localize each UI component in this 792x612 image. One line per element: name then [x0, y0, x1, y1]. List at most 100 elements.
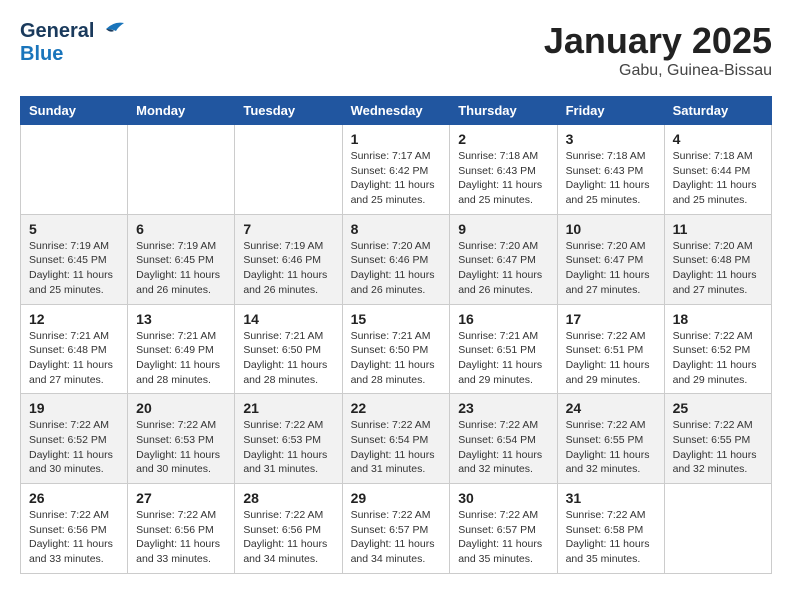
day-number: 21 — [243, 400, 333, 416]
weekday-header-monday: Monday — [128, 97, 235, 125]
calendar-cell: 8 Sunrise: 7:20 AM Sunset: 6:46 PM Daylig… — [342, 214, 450, 304]
day-info: Sunrise: 7:21 AM Sunset: 6:50 PM Dayligh… — [351, 329, 442, 388]
calendar-cell: 2 Sunrise: 7:18 AM Sunset: 6:43 PM Daylig… — [450, 125, 557, 215]
day-number: 8 — [351, 221, 442, 237]
title-area: January 2025 Gabu, Guinea-Bissau — [544, 20, 772, 80]
calendar-week-row: 26Sunrise: 7:22 AM Sunset: 6:56 PM Dayli… — [21, 484, 772, 574]
day-info: Sunrise: 7:20 AM Sunset: 6:47 PM Dayligh… — [458, 239, 548, 298]
weekday-header-row: SundayMondayTuesdayWednesdayThursdayFrid… — [21, 97, 772, 125]
day-info: Sunrise: 7:22 AM Sunset: 6:54 PM Dayligh… — [458, 418, 548, 477]
day-number: 20 — [136, 400, 226, 416]
calendar-cell: 17 Sunrise: 7:22 AM Sunset: 6:51 PM Dayli… — [557, 304, 664, 394]
day-number: 11 — [673, 221, 763, 237]
calendar-week-row: 12Sunrise: 7:21 AM Sunset: 6:48 PM Dayli… — [21, 304, 772, 394]
weekday-header-tuesday: Tuesday — [235, 97, 342, 125]
calendar-cell: 15Sunrise: 7:21 AM Sunset: 6:50 PM Dayli… — [342, 304, 450, 394]
day-number: 7 — [243, 221, 333, 237]
logo-general: General — [20, 20, 94, 43]
calendar-cell: 30Sunrise: 7:22 AM Sunset: 6:57 PM Dayli… — [450, 484, 557, 574]
day-number: 2 — [458, 131, 548, 147]
day-info: Sunrise: 7:20 AM Sunset: 6:46 PM Dayligh… — [351, 239, 442, 298]
calendar-cell: 25Sunrise: 7:22 AM Sunset: 6:55 PM Dayli… — [664, 394, 771, 484]
calendar-week-row: 19 Sunrise: 7:22 AM Sunset: 6:52 PM Dayli… — [21, 394, 772, 484]
day-number: 3 — [566, 131, 656, 147]
day-info: Sunrise: 7:18 AM Sunset: 6:44 PM Dayligh… — [673, 149, 763, 208]
day-info: Sunrise: 7:22 AM Sunset: 6:55 PM Dayligh… — [673, 418, 763, 477]
day-info: Sunrise: 7:22 AM Sunset: 6:55 PM Dayligh… — [566, 418, 656, 477]
day-info: Sunrise: 7:20 AM Sunset: 6:47 PM Dayligh… — [566, 239, 656, 298]
weekday-header-thursday: Thursday — [450, 97, 557, 125]
calendar-cell — [235, 125, 342, 215]
day-number: 27 — [136, 490, 226, 506]
day-info: Sunrise: 7:18 AM Sunset: 6:43 PM Dayligh… — [566, 149, 656, 208]
calendar-cell: 31Sunrise: 7:22 AM Sunset: 6:58 PM Dayli… — [557, 484, 664, 574]
day-info: Sunrise: 7:19 AM Sunset: 6:45 PM Dayligh… — [136, 239, 226, 298]
day-info: Sunrise: 7:20 AM Sunset: 6:48 PM Dayligh… — [673, 239, 763, 298]
day-info: Sunrise: 7:22 AM Sunset: 6:53 PM Dayligh… — [136, 418, 226, 477]
calendar-cell: 28 Sunrise: 7:22 AM Sunset: 6:56 PM Dayli… — [235, 484, 342, 574]
day-info: Sunrise: 7:22 AM Sunset: 6:56 PM Dayligh… — [29, 508, 119, 567]
calendar-cell — [664, 484, 771, 574]
day-info: Sunrise: 7:21 AM Sunset: 6:51 PM Dayligh… — [458, 329, 548, 388]
day-number: 18 — [673, 311, 763, 327]
day-number: 19 — [29, 400, 119, 416]
day-info: Sunrise: 7:22 AM Sunset: 6:56 PM Dayligh… — [243, 508, 333, 567]
day-info: Sunrise: 7:21 AM Sunset: 6:48 PM Dayligh… — [29, 329, 119, 388]
calendar-cell: 5 Sunrise: 7:19 AM Sunset: 6:45 PM Daylig… — [21, 214, 128, 304]
day-number: 10 — [566, 221, 656, 237]
day-number: 22 — [351, 400, 442, 416]
day-info: Sunrise: 7:22 AM Sunset: 6:51 PM Dayligh… — [566, 329, 656, 388]
logo: General Blue — [20, 20, 126, 66]
day-info: Sunrise: 7:22 AM Sunset: 6:54 PM Dayligh… — [351, 418, 442, 477]
calendar-cell: 18 Sunrise: 7:22 AM Sunset: 6:52 PM Dayli… — [664, 304, 771, 394]
day-info: Sunrise: 7:21 AM Sunset: 6:50 PM Dayligh… — [243, 329, 333, 388]
calendar-table: SundayMondayTuesdayWednesdayThursdayFrid… — [20, 96, 772, 574]
calendar-cell: 26Sunrise: 7:22 AM Sunset: 6:56 PM Dayli… — [21, 484, 128, 574]
calendar-cell — [128, 125, 235, 215]
day-number: 17 — [566, 311, 656, 327]
calendar-cell: 6Sunrise: 7:19 AM Sunset: 6:45 PM Daylig… — [128, 214, 235, 304]
calendar-week-row: 1 Sunrise: 7:17 AM Sunset: 6:42 PM Daylig… — [21, 125, 772, 215]
calendar-cell: 14Sunrise: 7:21 AM Sunset: 6:50 PM Dayli… — [235, 304, 342, 394]
calendar-cell: 16 Sunrise: 7:21 AM Sunset: 6:51 PM Dayli… — [450, 304, 557, 394]
calendar-cell: 19 Sunrise: 7:22 AM Sunset: 6:52 PM Dayli… — [21, 394, 128, 484]
day-info: Sunrise: 7:19 AM Sunset: 6:46 PM Dayligh… — [243, 239, 333, 298]
weekday-header-saturday: Saturday — [664, 97, 771, 125]
day-info: Sunrise: 7:22 AM Sunset: 6:58 PM Dayligh… — [566, 508, 656, 567]
calendar-cell: 27 Sunrise: 7:22 AM Sunset: 6:56 PM Dayli… — [128, 484, 235, 574]
day-info: Sunrise: 7:18 AM Sunset: 6:43 PM Dayligh… — [458, 149, 548, 208]
calendar-cell — [21, 125, 128, 215]
day-number: 9 — [458, 221, 548, 237]
calendar-cell: 1 Sunrise: 7:17 AM Sunset: 6:42 PM Daylig… — [342, 125, 450, 215]
day-info: Sunrise: 7:19 AM Sunset: 6:45 PM Dayligh… — [29, 239, 119, 298]
day-info: Sunrise: 7:17 AM Sunset: 6:42 PM Dayligh… — [351, 149, 442, 208]
day-info: Sunrise: 7:22 AM Sunset: 6:52 PM Dayligh… — [29, 418, 119, 477]
calendar-cell: 11 Sunrise: 7:20 AM Sunset: 6:48 PM Dayli… — [664, 214, 771, 304]
calendar-cell: 13Sunrise: 7:21 AM Sunset: 6:49 PM Dayli… — [128, 304, 235, 394]
day-number: 28 — [243, 490, 333, 506]
day-info: Sunrise: 7:22 AM Sunset: 6:53 PM Dayligh… — [243, 418, 333, 477]
calendar-cell: 4 Sunrise: 7:18 AM Sunset: 6:44 PM Daylig… — [664, 125, 771, 215]
calendar-cell: 12Sunrise: 7:21 AM Sunset: 6:48 PM Dayli… — [21, 304, 128, 394]
calendar-subtitle: Gabu, Guinea-Bissau — [544, 62, 772, 80]
weekday-header-friday: Friday — [557, 97, 664, 125]
calendar-cell: 22 Sunrise: 7:22 AM Sunset: 6:54 PM Dayli… — [342, 394, 450, 484]
day-number: 4 — [673, 131, 763, 147]
day-number: 16 — [458, 311, 548, 327]
calendar-cell: 7 Sunrise: 7:19 AM Sunset: 6:46 PM Daylig… — [235, 214, 342, 304]
calendar-cell: 3 Sunrise: 7:18 AM Sunset: 6:43 PM Daylig… — [557, 125, 664, 215]
day-number: 1 — [351, 131, 442, 147]
day-number: 5 — [29, 221, 119, 237]
day-number: 30 — [458, 490, 548, 506]
calendar-title: January 2025 — [544, 20, 772, 62]
calendar-cell: 29 Sunrise: 7:22 AM Sunset: 6:57 PM Dayli… — [342, 484, 450, 574]
day-number: 29 — [351, 490, 442, 506]
logo-blue: Blue — [20, 43, 63, 65]
day-info: Sunrise: 7:22 AM Sunset: 6:56 PM Dayligh… — [136, 508, 226, 567]
day-number: 23 — [458, 400, 548, 416]
day-info: Sunrise: 7:22 AM Sunset: 6:57 PM Dayligh… — [351, 508, 442, 567]
calendar-cell: 21 Sunrise: 7:22 AM Sunset: 6:53 PM Dayli… — [235, 394, 342, 484]
day-info: Sunrise: 7:22 AM Sunset: 6:52 PM Dayligh… — [673, 329, 763, 388]
calendar-cell: 20 Sunrise: 7:22 AM Sunset: 6:53 PM Dayli… — [128, 394, 235, 484]
weekday-header-sunday: Sunday — [21, 97, 128, 125]
